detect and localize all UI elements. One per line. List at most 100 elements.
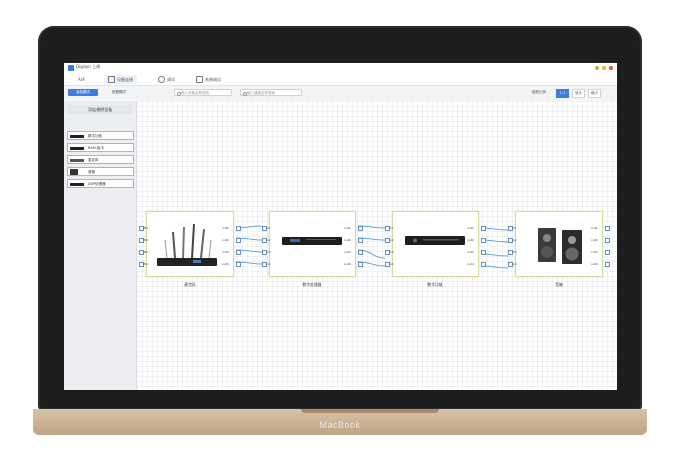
output-port-label: out4 (467, 261, 474, 266)
output-port[interactable] (236, 226, 241, 231)
base-notch (301, 409, 439, 413)
input-port-label: IN4 (143, 261, 149, 266)
output-port[interactable] (481, 250, 486, 255)
tab-bar: A/A 设备连接 调试 系统调试 (64, 73, 617, 86)
tab-debug[interactable]: 调试 (158, 75, 175, 84)
tab-system[interactable]: 系统调试 (196, 75, 221, 84)
output-port-label: out3 (591, 249, 598, 254)
tab-label: 调试 (167, 77, 175, 82)
output-port[interactable] (605, 262, 610, 267)
output-port-label: out2 (222, 237, 229, 242)
channel-search-input[interactable]: 输入通道名称搜索 (240, 89, 302, 97)
document-icon (196, 76, 203, 83)
microphone-icon (70, 158, 84, 162)
tab-label: 设备连接 (117, 77, 133, 82)
output-port[interactable] (358, 226, 363, 231)
sidebar-item-microphone[interactable]: 麦克风 (67, 155, 134, 164)
zoom-in-button[interactable]: 放大 (572, 89, 585, 98)
sidebar-item-label: 麦克风 (88, 158, 99, 162)
tab-label: A/A (78, 77, 85, 82)
sidebar-item-amplifier[interactable]: 数字功放 (67, 131, 134, 140)
output-port[interactable] (236, 250, 241, 255)
input-port-label: in2 (512, 237, 517, 242)
output-port-label: out2 (467, 237, 474, 242)
output-port[interactable] (358, 238, 363, 243)
output-port[interactable] (481, 238, 486, 243)
amplifier-image (405, 236, 465, 245)
input-port-label: in3 (512, 249, 517, 254)
output-port[interactable] (236, 238, 241, 243)
output-port-label: out3 (344, 249, 351, 254)
output-port[interactable] (358, 250, 363, 255)
output-port-label: out1 (467, 225, 474, 230)
output-port[interactable] (358, 262, 363, 267)
output-port[interactable] (605, 238, 610, 243)
search-icon (176, 91, 181, 97)
node-processor[interactable] (269, 211, 356, 277)
output-port[interactable] (481, 262, 486, 267)
output-port[interactable] (236, 262, 241, 267)
zoom-out-button[interactable]: 缩小 (588, 89, 601, 98)
node-speaker[interactable] (515, 211, 603, 277)
maximize-icon[interactable] (602, 66, 606, 70)
zoom-1to1-button[interactable]: 1:1 (556, 89, 569, 98)
node-label: 麦克风 (184, 282, 196, 287)
tab-home[interactable]: A/A (78, 75, 85, 84)
sidebar-item-label: 音箱 (88, 170, 95, 174)
speaker-image (538, 228, 582, 264)
sidebar-item-ram-card[interactable]: RAM-板卡 (67, 143, 134, 152)
output-port-label: out1 (222, 225, 229, 230)
output-port[interactable] (605, 250, 610, 255)
tab-device-connection[interactable]: 设备连接 (104, 75, 137, 84)
output-port-label: out1 (591, 225, 598, 230)
node-microphone[interactable] (146, 211, 234, 277)
sidebar-item-label: RAM-板卡 (88, 146, 104, 150)
output-port-label: out2 (344, 237, 351, 242)
output-port-label: out1 (344, 225, 351, 230)
processor-image (282, 237, 342, 245)
input-port-label: in1 (512, 225, 517, 230)
device-search-input[interactable]: 输入设备名称搜索 (174, 89, 232, 97)
minimize-icon[interactable] (595, 66, 599, 70)
input-port-label: IN3 (143, 249, 149, 254)
input-port-label: in3 (266, 249, 271, 254)
input-port-label: in2 (266, 237, 271, 242)
title-bar: Digisyn 上线 (64, 63, 617, 73)
search-placeholder: 输入设备名称搜索 (181, 91, 209, 95)
processor-icon (70, 182, 84, 186)
tab-label: 系统调试 (205, 77, 221, 82)
toolbar: 添加模式 查看模式 输入设备名称搜索 输入通道名称搜索 缩放比例 1:1 放大 … (64, 86, 617, 100)
amplifier-icon (70, 134, 84, 138)
app-logo-icon (68, 65, 74, 71)
speaker-icon (70, 169, 78, 175)
output-port-label: out2 (591, 237, 598, 242)
rack-icon (70, 146, 84, 150)
add-mode-button[interactable]: 添加模式 (68, 89, 98, 96)
node-label: 数字处理器 (302, 282, 322, 287)
node-amplifier[interactable] (392, 211, 479, 277)
sidebar-item-label: DSP处理器 (88, 182, 106, 186)
input-port-label: in4 (266, 261, 271, 266)
app-title: Digisyn 上线 (76, 64, 101, 69)
close-icon[interactable] (609, 66, 613, 70)
output-port-label: out4 (222, 261, 229, 266)
output-port[interactable] (481, 226, 486, 231)
sidebar-item-speaker[interactable]: 音箱 (67, 167, 134, 176)
view-mode-button[interactable]: 查看模式 (104, 89, 134, 96)
input-port-label: in1 (389, 225, 394, 230)
wrench-icon (108, 76, 115, 83)
input-port-label: in2 (389, 237, 394, 242)
node-label: 音箱 (555, 282, 563, 287)
input-port-label: in4 (512, 261, 517, 266)
input-port-label: in1 (266, 225, 271, 230)
sidebar-item-dsp[interactable]: DSP处理器 (67, 179, 134, 188)
output-port[interactable] (605, 226, 610, 231)
search-icon (242, 91, 247, 97)
zoom-label: 缩放比例 (532, 90, 546, 94)
input-port-label: IN1 (143, 225, 149, 230)
laptop-brand: MacBook (319, 420, 361, 430)
input-port-label: in3 (389, 249, 394, 254)
output-port-label: out3 (222, 249, 229, 254)
node-label: 数字功放 (427, 282, 443, 287)
search-placeholder: 输入通道名称搜索 (247, 91, 275, 95)
